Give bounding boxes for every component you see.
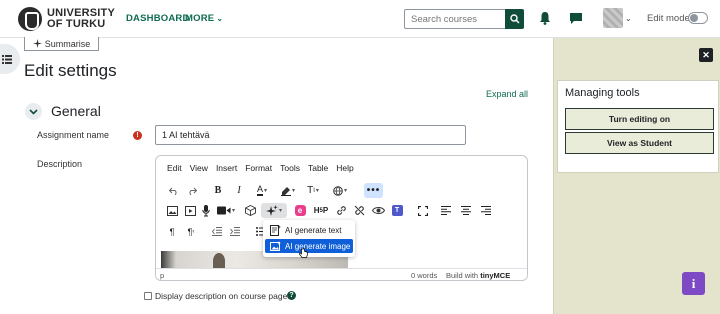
expand-all-link[interactable]: Expand all	[486, 89, 528, 99]
rtl-icon[interactable]: ¶ ‹	[184, 224, 198, 239]
university-logo[interactable]: UNIVERSITY OF TURKU	[18, 7, 115, 31]
undo-icon[interactable]	[167, 183, 181, 198]
text-color-icon[interactable]: A ▾	[251, 183, 273, 198]
chat-icon[interactable]	[569, 12, 583, 25]
eye-icon[interactable]	[370, 203, 386, 218]
display-description-checkbox[interactable]	[144, 292, 152, 300]
view-as-student-button[interactable]: View as Student	[565, 132, 714, 154]
editor-statusbar: p 0 words Build with tinyMCE	[156, 268, 527, 280]
summarise-button[interactable]: Summarise	[24, 37, 99, 51]
outdent-icon[interactable]	[210, 224, 224, 239]
ai-icon[interactable]: ▾	[261, 203, 287, 218]
menu-table[interactable]: Table	[308, 161, 328, 175]
page-title: Edit settings	[24, 61, 117, 80]
highlight-icon[interactable]: ▾	[277, 183, 299, 198]
top-navbar: UNIVERSITY OF TURKU DASHBOARD MORE⌄ ⌄ Ed…	[0, 0, 720, 38]
edit-mode-toggle[interactable]	[688, 12, 708, 24]
ai-dropdown-menu: AI generate text AI generate image	[263, 220, 355, 257]
redo-icon[interactable]	[185, 183, 199, 198]
hand-cursor-icon	[299, 248, 308, 258]
toolbar-row-2: ▾ ▾ e H5P T	[163, 203, 523, 218]
fullscreen-icon[interactable]	[416, 203, 430, 218]
nav-more-label: MORE	[185, 13, 215, 24]
university-seal-icon	[18, 7, 42, 31]
avatar[interactable]	[603, 8, 623, 28]
build-with-tinymce[interactable]: Build with tinyMCE	[446, 271, 510, 280]
chevron-down-icon: ⌄	[216, 14, 224, 23]
tinymce-brand: tinyMCE	[480, 271, 511, 280]
close-icon[interactable]: ✕	[699, 48, 713, 62]
ai-text-icon	[269, 224, 281, 236]
indent-icon[interactable]	[228, 224, 242, 239]
info-icon[interactable]: i	[682, 272, 705, 295]
nav-more[interactable]: MORE ⌄	[185, 13, 223, 24]
microphone-icon[interactable]	[200, 203, 212, 218]
menu-insert[interactable]: Insert	[216, 161, 237, 175]
menu-help[interactable]: Help	[336, 161, 353, 175]
align-right-icon[interactable]	[479, 203, 493, 218]
package-icon[interactable]	[243, 203, 257, 218]
assignment-name-input[interactable]	[155, 125, 466, 145]
chevron-down-icon[interactable]: ⌄	[625, 14, 632, 23]
build-with-label: Build with	[446, 271, 479, 280]
image-icon[interactable]	[165, 203, 179, 218]
logo-line2: OF TURKU	[47, 18, 106, 30]
ai-generate-image-item[interactable]: AI generate image	[265, 239, 353, 253]
search-form	[404, 9, 524, 29]
edit-mode-label: Edit mode	[647, 13, 690, 24]
general-section-title: General	[51, 103, 101, 119]
help-icon[interactable]: ?	[287, 291, 296, 300]
display-description-label: Display description on course page	[155, 291, 288, 301]
hamburger-icon	[2, 54, 12, 64]
course-index-toggle[interactable]	[0, 44, 20, 74]
description-editor[interactable]: Edit View Insert Format Tools Table Help…	[155, 155, 528, 281]
language-icon[interactable]: ▾	[329, 183, 351, 198]
search-button[interactable]	[505, 9, 524, 29]
align-center-icon[interactable]	[459, 203, 473, 218]
element-path[interactable]: p	[160, 271, 164, 280]
summarise-label: Summarise	[44, 38, 91, 49]
search-input[interactable]	[404, 9, 505, 29]
h5p-icon[interactable]: H5P	[312, 203, 330, 218]
unlink-icon[interactable]	[352, 203, 366, 218]
ai-generate-text-label: AI generate text	[285, 225, 342, 235]
ai-generate-image-label: AI generate image	[285, 241, 351, 251]
align-left-icon[interactable]	[439, 203, 453, 218]
general-section-toggle[interactable]	[25, 103, 42, 120]
nav-dashboard[interactable]: DASHBOARD	[126, 13, 190, 24]
media-icon[interactable]	[183, 203, 197, 218]
menu-edit[interactable]: Edit	[167, 161, 182, 175]
editor-menubar: Edit View Insert Format Tools Table Help	[156, 161, 362, 175]
link-icon[interactable]	[334, 203, 348, 218]
error-icon: !	[133, 131, 142, 140]
bold-icon[interactable]: B	[212, 183, 224, 198]
more-icon[interactable]: •••	[364, 183, 383, 198]
menu-tools[interactable]: Tools	[280, 161, 300, 175]
sparkle-icon	[32, 39, 42, 48]
bell-icon[interactable]	[539, 11, 551, 25]
ltr-icon[interactable]: ¶	[166, 224, 178, 239]
ai-generate-text-item[interactable]: AI generate text	[265, 223, 353, 237]
toolbar-row-1: B I A ▾ ▾ T I ▾ ▾ •••	[163, 183, 523, 198]
assignment-name-label: Assignment name	[37, 130, 110, 140]
chevron-down-icon	[29, 108, 38, 115]
search-icon	[509, 14, 520, 24]
font-size-icon[interactable]: T I ▾	[303, 183, 323, 198]
managing-tools-title: Managing tools	[565, 87, 640, 99]
video-camera-icon[interactable]: ▾	[215, 203, 237, 218]
turn-editing-on-button[interactable]: Turn editing on	[565, 108, 714, 130]
equation-icon[interactable]: e	[293, 203, 307, 218]
italic-icon[interactable]: I	[233, 183, 245, 198]
teams-icon[interactable]: T	[390, 203, 404, 218]
ai-image-icon	[269, 240, 281, 252]
description-label: Description	[37, 159, 83, 169]
word-count[interactable]: 0 words	[411, 271, 437, 280]
menu-format[interactable]: Format	[245, 161, 272, 175]
menu-view[interactable]: View	[190, 161, 208, 175]
logo-text: UNIVERSITY OF TURKU	[47, 8, 115, 30]
